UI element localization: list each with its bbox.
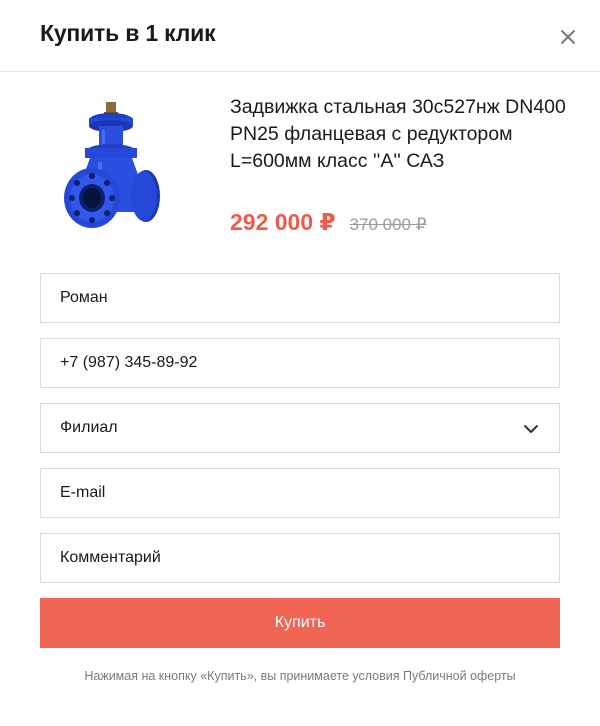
branch-select-value: Филиал <box>60 419 118 436</box>
close-icon <box>561 30 575 44</box>
phone-field[interactable] <box>40 338 560 388</box>
offer-disclaimer: Нажимая на кнопку «Купить», вы принимает… <box>84 669 516 683</box>
comment-field[interactable] <box>40 533 560 583</box>
price-row: 292 000 ₽ 370 000 ₽ <box>230 209 427 239</box>
name-field[interactable] <box>40 273 560 323</box>
current-price: 292 000 ₽ <box>230 209 336 235</box>
buy-button[interactable]: Купить <box>40 598 560 648</box>
branch-select[interactable]: Филиал <box>40 403 560 453</box>
email-input[interactable] <box>41 469 559 517</box>
chevron-down-icon <box>524 425 538 433</box>
product-summary: Задвижка стальная 30с527нж DN400 PN25 фл… <box>0 72 600 262</box>
name-input[interactable] <box>41 274 559 322</box>
old-price: 370 000 ₽ <box>349 215 427 234</box>
comment-input[interactable] <box>41 534 559 582</box>
phone-input[interactable] <box>41 339 559 387</box>
product-image <box>58 100 168 240</box>
product-name[interactable]: Задвижка стальная 30с527нж DN400 PN25 фл… <box>230 94 570 175</box>
modal-header: Купить в 1 клик <box>0 0 600 72</box>
email-field[interactable] <box>40 468 560 518</box>
gate-valve-image <box>64 102 160 228</box>
modal-title: Купить в 1 клик <box>40 20 216 46</box>
close-button[interactable] <box>553 22 583 52</box>
